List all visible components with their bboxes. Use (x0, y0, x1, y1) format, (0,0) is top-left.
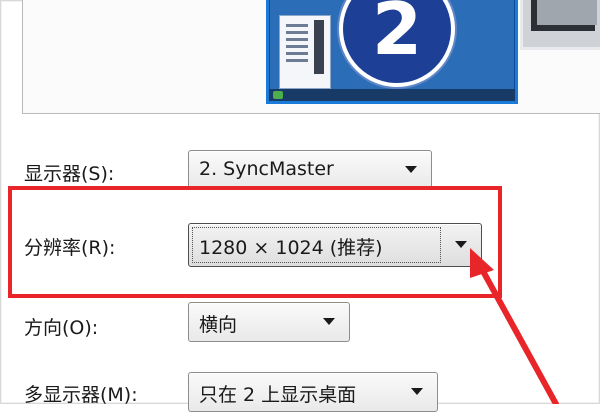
annotation-arrow-icon (470, 248, 559, 404)
arrow-head (470, 248, 494, 278)
arrow-shaft (475, 259, 559, 404)
